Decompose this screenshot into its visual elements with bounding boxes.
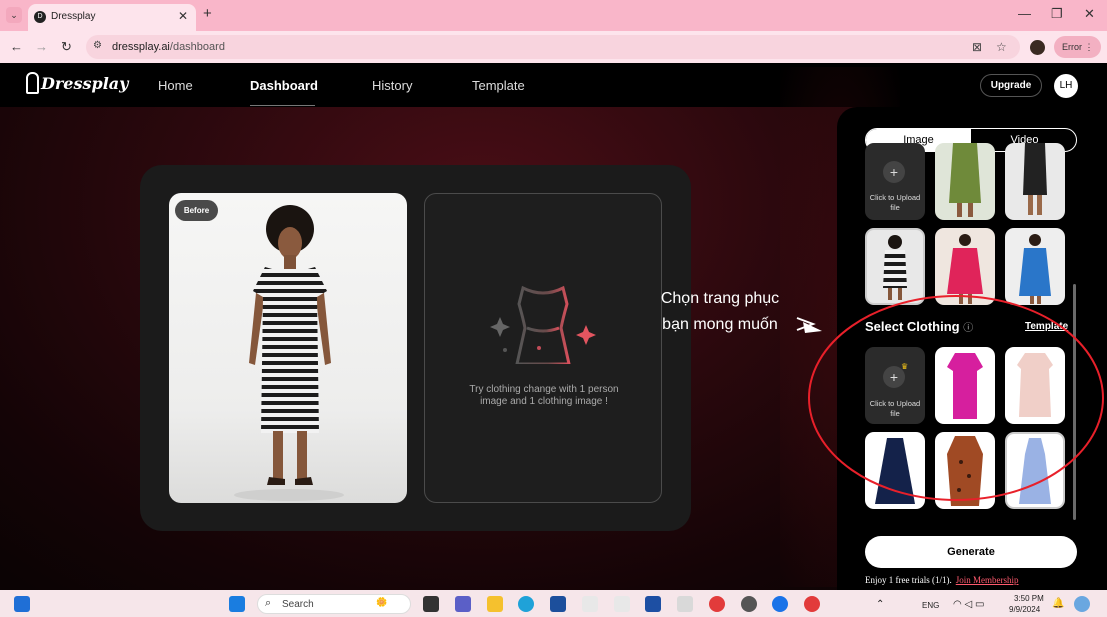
dressplay-logo[interactable]: Dressplay bbox=[26, 72, 128, 94]
info-icon[interactable]: ⓘ bbox=[963, 323, 973, 334]
profile-avatar[interactable] bbox=[1030, 40, 1045, 55]
panel-scrollbar[interactable] bbox=[1073, 284, 1076, 520]
amazon-app-icon[interactable] bbox=[614, 596, 630, 612]
dress-logo-icon bbox=[26, 72, 39, 94]
person-photo-striped-dress bbox=[883, 235, 907, 300]
site-header: Dressplay Home Dashboard History Templat… bbox=[0, 63, 1107, 107]
language-indicator[interactable]: ENG bbox=[922, 601, 939, 610]
dressplay-favicon-icon: D bbox=[34, 11, 46, 23]
copilot-icon[interactable] bbox=[1074, 596, 1090, 612]
select-clothing-title: Select Clothing ⓘ bbox=[865, 319, 974, 334]
nav-home[interactable]: Home bbox=[158, 78, 193, 93]
chrome-profile-icon[interactable] bbox=[804, 596, 820, 612]
nav-template[interactable]: Template bbox=[472, 78, 525, 93]
person-thumb[interactable] bbox=[935, 143, 995, 220]
clothing-blush-dress bbox=[1017, 353, 1053, 417]
nav-dashboard[interactable]: Dashboard bbox=[250, 78, 318, 93]
person-upload-tile[interactable]: + Click to Upload file bbox=[865, 143, 925, 220]
upload-label: Click to Upload file bbox=[869, 399, 921, 418]
store-icon[interactable] bbox=[550, 596, 566, 612]
person-photo-blue-dress bbox=[1019, 234, 1051, 304]
url-field[interactable]: ⚙ dressplay.ai/dashboard ⊠ ☆ bbox=[86, 35, 1020, 59]
join-membership-link[interactable]: Join Membership bbox=[956, 575, 1019, 585]
trial-info: Enjoy 1 free trials (1/1). Join Membershi… bbox=[865, 575, 1019, 585]
clothing-brown-print-dress bbox=[947, 436, 983, 506]
search-placeholder: Search bbox=[282, 599, 314, 610]
chrome-icon[interactable] bbox=[709, 596, 725, 612]
close-window-icon[interactable]: ✕ bbox=[1084, 6, 1095, 22]
nav-history[interactable]: History bbox=[372, 78, 412, 93]
active-nav-underline bbox=[250, 105, 315, 106]
os-taskbar: ⌕ Search 🌼 ⌃ ENG ◠ ◁ ▭ 3:50 PM 9/9/2024 … bbox=[0, 590, 1107, 617]
clothing-lavender-slip-dress bbox=[1019, 438, 1051, 504]
clothing-navy-dress bbox=[875, 438, 915, 504]
user-avatar[interactable]: LH bbox=[1054, 74, 1078, 98]
edge-icon[interactable] bbox=[518, 596, 534, 612]
clock-time[interactable]: 3:50 PM bbox=[1014, 594, 1044, 603]
reload-icon[interactable]: ↻ bbox=[61, 39, 72, 55]
start-icon[interactable] bbox=[229, 596, 245, 612]
clock-date[interactable]: 9/9/2024 bbox=[1009, 605, 1040, 614]
forward-icon[interactable]: → bbox=[35, 39, 48, 54]
person-thumb-selected[interactable] bbox=[865, 228, 925, 305]
generate-button[interactable]: Generate bbox=[865, 536, 1077, 568]
clothing-sparkle-icon bbox=[490, 285, 596, 364]
address-bar: ← → ↻ ⚙ dressplay.ai/dashboard ⊠ ☆ Error… bbox=[0, 31, 1107, 63]
tray-chevron-icon[interactable]: ⌃ bbox=[876, 599, 884, 610]
wifi-icon[interactable]: ◠ ◁ ▭ bbox=[953, 599, 984, 610]
file-explorer-icon[interactable] bbox=[487, 596, 503, 612]
tab-search-icon[interactable]: ⌄ bbox=[6, 7, 22, 23]
settings-gear-icon[interactable] bbox=[741, 596, 757, 612]
search-icon: ⌕ bbox=[265, 597, 272, 609]
back-icon[interactable]: ← bbox=[10, 39, 23, 54]
minimize-icon[interactable]: — bbox=[1018, 6, 1031, 21]
browser-tab[interactable]: D Dressplay ✕ bbox=[28, 4, 196, 31]
dropbox-icon[interactable] bbox=[645, 596, 661, 612]
clothing-thumb[interactable] bbox=[1005, 347, 1065, 424]
template-link[interactable]: Template bbox=[1025, 321, 1068, 332]
tab-title: Dressplay bbox=[51, 11, 96, 22]
before-image-card[interactable]: Before bbox=[169, 193, 407, 503]
person-thumb[interactable] bbox=[935, 228, 995, 305]
clothing-thumb[interactable] bbox=[865, 432, 925, 509]
upgrade-button[interactable]: Upgrade bbox=[980, 74, 1042, 97]
before-badge: Before bbox=[175, 200, 218, 221]
person-thumb[interactable] bbox=[1005, 228, 1065, 305]
clothing-magenta-dress bbox=[947, 353, 983, 419]
search-highlight-icon: 🌼 bbox=[376, 597, 388, 607]
plus-icon: + bbox=[883, 161, 905, 183]
model-photo bbox=[234, 205, 344, 501]
crown-icon: ♛ bbox=[901, 362, 909, 371]
taskbar-search[interactable]: ⌕ Search 🌼 bbox=[257, 594, 411, 614]
upload-label: Click to Upload file bbox=[869, 193, 921, 212]
browser-tab-bar: ⌄ D Dressplay ✕ + — ❐ ✕ bbox=[0, 0, 1107, 31]
teams-icon[interactable] bbox=[455, 596, 471, 612]
control-panel: Image Video + Click to Upload file Selec… bbox=[837, 107, 1107, 590]
bookmark-star-icon[interactable]: ☆ bbox=[996, 40, 1007, 54]
new-tab-icon[interactable]: + bbox=[203, 5, 212, 22]
clothing-thumb-selected[interactable] bbox=[1005, 432, 1065, 509]
widgets-icon[interactable] bbox=[14, 596, 30, 612]
annotation-text: Chọn trang phục bạn mong muốn bbox=[660, 290, 780, 333]
task-view-icon[interactable] bbox=[423, 596, 439, 612]
url-text: dressplay.ai/dashboard bbox=[112, 41, 225, 53]
clothing-thumb[interactable] bbox=[935, 432, 995, 509]
zalo-icon[interactable] bbox=[772, 596, 788, 612]
site-info-icon[interactable]: ⚙ bbox=[93, 40, 102, 51]
restore-icon[interactable]: ❐ bbox=[1051, 6, 1063, 22]
person-thumb[interactable] bbox=[1005, 143, 1065, 220]
error-button[interactable]: Error ⋮ bbox=[1054, 36, 1101, 58]
result-image-card: Try clothing change with 1 person image … bbox=[424, 193, 662, 503]
tab-close-icon[interactable]: ✕ bbox=[178, 9, 188, 23]
person-photo-pink-dress bbox=[947, 234, 983, 304]
cast-off-icon[interactable]: ⊠ bbox=[972, 40, 982, 54]
notification-bell-icon[interactable]: 🔔 bbox=[1052, 598, 1064, 609]
person-photo-green-dress bbox=[949, 143, 981, 217]
app-icon[interactable] bbox=[677, 596, 693, 612]
clothing-upload-tile[interactable]: + ♛ Click to Upload file bbox=[865, 347, 925, 424]
clothing-thumb[interactable] bbox=[935, 347, 995, 424]
person-photo-black-dress bbox=[1023, 143, 1047, 215]
amazon-icon[interactable] bbox=[582, 596, 598, 612]
result-hint-text: Try clothing change with 1 person image … bbox=[469, 384, 619, 407]
